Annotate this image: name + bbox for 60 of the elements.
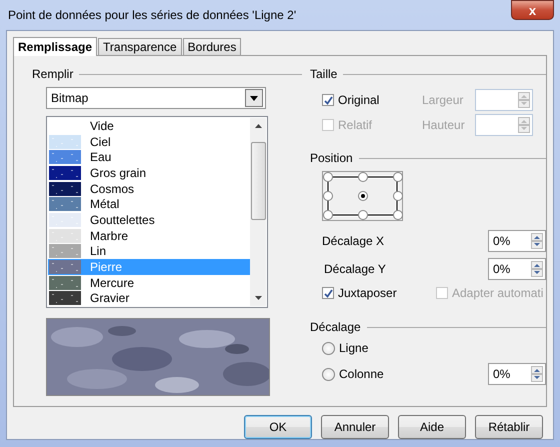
- list-item[interactable]: Lin: [48, 243, 250, 260]
- dialog-button[interactable]: Aide: [398, 415, 466, 439]
- section-heading: Taille: [310, 67, 338, 81]
- spin-arrows-icon[interactable]: [531, 261, 543, 277]
- anchor-radio[interactable]: [323, 191, 333, 201]
- checkbox-label: Relatif: [338, 118, 372, 132]
- list-item[interactable]: Mercure: [48, 274, 250, 290]
- field-label: Largeur: [422, 93, 464, 107]
- anchor-radio[interactable]: [393, 210, 403, 220]
- fill-type-dropdown[interactable]: Bitmap: [46, 87, 266, 109]
- checkbox[interactable]: [322, 287, 334, 299]
- radio-label: Colonne: [339, 367, 384, 381]
- radio-button[interactable]: [322, 342, 335, 354]
- dialog-button[interactable]: Rétablir: [475, 415, 543, 439]
- anchor-radio[interactable]: [358, 210, 368, 220]
- anchor-radio[interactable]: [393, 172, 403, 182]
- anchor-radio[interactable]: [323, 172, 333, 182]
- field-label: Hauteur: [422, 118, 466, 132]
- list-item[interactable]: Cosmos: [48, 180, 250, 196]
- tab[interactable]: Remplissage: [13, 37, 98, 56]
- tab[interactable]: Bordures: [182, 38, 242, 55]
- tab[interactable]: Transparence: [98, 38, 182, 55]
- section-heading: Remplir: [32, 67, 74, 81]
- scroll-down-icon[interactable]: [254, 295, 262, 301]
- position-grid[interactable]: [322, 171, 403, 221]
- field-label: Décalage Y: [324, 262, 387, 276]
- offset-y-field[interactable]: 0%: [488, 258, 546, 280]
- list-item[interactable]: Gravier: [48, 290, 250, 306]
- checkbox-label: Adapter automati: [452, 286, 544, 300]
- list-item[interactable]: Vide: [48, 118, 250, 134]
- checkbox-label: Original: [338, 93, 380, 107]
- window-title: Point de données pour les séries de données 'Ligne 2': [7, 8, 296, 22]
- checkbox[interactable]: [322, 94, 334, 106]
- anchor-radio[interactable]: [358, 191, 368, 201]
- scrollbar[interactable]: [250, 118, 266, 306]
- height-field[interactable]: [475, 114, 533, 136]
- radio-button[interactable]: [322, 368, 335, 380]
- spin-arrows-icon[interactable]: [531, 233, 543, 249]
- spin-arrows-icon[interactable]: [531, 366, 543, 382]
- anchor-radio[interactable]: [323, 210, 333, 220]
- scroll-up-icon[interactable]: [254, 123, 262, 129]
- list-item[interactable]: Eau: [48, 149, 250, 166]
- list-item[interactable]: Marbre: [48, 228, 250, 244]
- offset-x-field[interactable]: 0%: [488, 230, 546, 252]
- offset-field[interactable]: 0%: [488, 363, 546, 385]
- width-field[interactable]: [475, 89, 533, 111]
- anchor-radio[interactable]: [393, 191, 403, 201]
- section-heading: Décalage: [310, 320, 361, 334]
- dialog-button[interactable]: OK: [244, 415, 312, 439]
- anchor-radio[interactable]: [358, 172, 368, 182]
- list-item[interactable]: Gouttelettes: [48, 212, 250, 228]
- field-label: Décalage X: [322, 234, 386, 248]
- dialog-button[interactable]: Annuler: [321, 415, 389, 439]
- close-button[interactable]: x: [511, 0, 554, 20]
- checkbox-label: Juxtaposer: [338, 286, 397, 300]
- list-item[interactable]: Ciel: [48, 134, 250, 150]
- list-item[interactable]: Métal: [48, 196, 250, 212]
- list-item[interactable]: Gros grain: [48, 165, 250, 181]
- section-heading: Position: [310, 151, 353, 165]
- radio-label: Ligne: [339, 341, 368, 355]
